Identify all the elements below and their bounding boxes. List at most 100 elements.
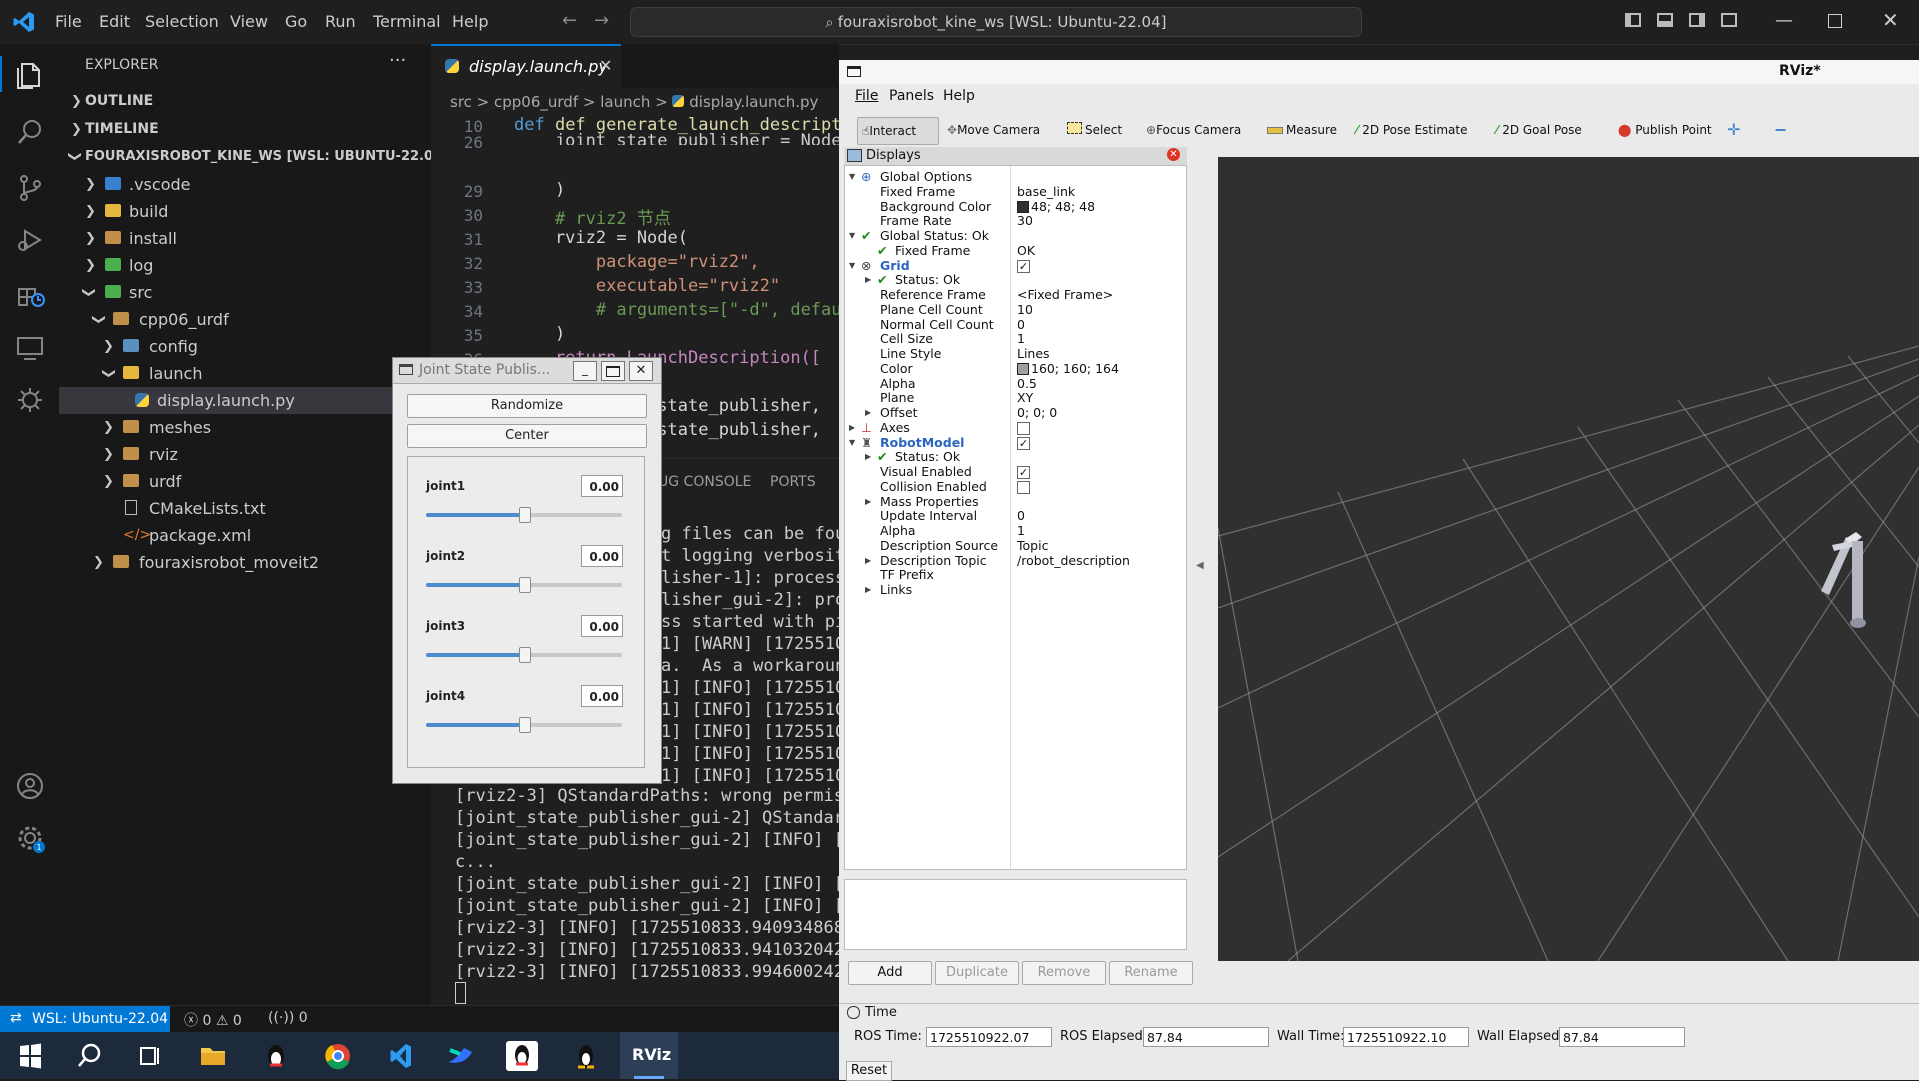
- remove-tool-icon[interactable]: −: [1774, 117, 1787, 143]
- close-tab-icon[interactable]: ✕: [599, 56, 612, 75]
- add-display-button[interactable]: Add: [848, 961, 932, 985]
- joint-slider[interactable]: [426, 717, 622, 733]
- color-swatch[interactable]: [1017, 200, 1029, 213]
- tree-item-rviz[interactable]: ❯ rviz: [59, 441, 431, 468]
- windows-start-icon[interactable]: [10, 1038, 50, 1074]
- tree-item-build[interactable]: ❯ build: [59, 198, 431, 225]
- ports-status[interactable]: ((·)) 0: [268, 1010, 308, 1026]
- menu-file[interactable]: File: [55, 12, 82, 31]
- tool-interact[interactable]: ☝Interact: [857, 117, 939, 145]
- tool-2d-pose-estimate[interactable]: ⁄ 2D Pose Estimate: [1356, 117, 1467, 143]
- toggle-secondary-sidebar-icon[interactable]: [1689, 13, 1705, 27]
- rviz-menu-help[interactable]: Help: [943, 88, 975, 104]
- maximize-icon[interactable]: [1828, 14, 1842, 28]
- rviz-menu-panels[interactable]: Panels: [889, 88, 934, 104]
- close-window-icon[interactable]: ✕: [1882, 8, 1899, 32]
- accounts-icon[interactable]: [14, 770, 46, 802]
- joint-value-field[interactable]: 0.00: [581, 545, 623, 567]
- randomize-button[interactable]: Randomize: [407, 394, 647, 418]
- more-actions-icon[interactable]: ···: [389, 50, 406, 71]
- tree-item-cmakelists[interactable]: CMakeLists.txt: [59, 495, 431, 522]
- tool-publish-point[interactable]: ⬤ Publish Point: [1618, 117, 1712, 143]
- tree-item-vscode[interactable]: ❯ .vscode: [59, 171, 431, 198]
- rename-display-button[interactable]: Rename: [1109, 961, 1193, 985]
- slider-handle[interactable]: [519, 577, 531, 593]
- linux-tux-icon[interactable]: [566, 1038, 606, 1074]
- close-panel-icon[interactable]: ✕: [1167, 148, 1180, 161]
- extensions-icon[interactable]: [14, 276, 46, 308]
- outline-section[interactable]: ❯ OUTLINE: [59, 88, 431, 115]
- duplicate-display-button[interactable]: Duplicate: [935, 961, 1019, 985]
- tool-move-camera[interactable]: ✥Move Camera: [947, 117, 1040, 143]
- maximize-icon[interactable]: [601, 361, 625, 381]
- breadcrumb-item[interactable]: display.launch.py: [689, 93, 818, 111]
- explorer-icon[interactable]: [14, 58, 46, 90]
- file-explorer-icon[interactable]: [193, 1038, 233, 1074]
- wall-elapsed-field[interactable]: 87.84: [1559, 1027, 1685, 1047]
- tool-2d-goal-pose[interactable]: ⁄ 2D Goal Pose: [1496, 117, 1582, 143]
- manage-gear-icon[interactable]: 1: [14, 822, 46, 854]
- vscode-taskbar-icon[interactable]: [380, 1038, 420, 1074]
- workspace-folder[interactable]: ❯ FOURAXISROBOT_KINE_WS [WSL: UBUNTU-22.0…: [59, 143, 448, 170]
- reset-button[interactable]: Reset: [846, 1061, 892, 1081]
- source-control-icon[interactable]: [14, 172, 46, 204]
- menu-edit[interactable]: Edit: [99, 12, 130, 31]
- menu-selection[interactable]: Selection: [145, 12, 219, 31]
- menu-run[interactable]: Run: [325, 12, 356, 31]
- search-taskbar-icon[interactable]: [70, 1038, 110, 1074]
- tool-measure[interactable]: Measure: [1267, 117, 1337, 143]
- command-center[interactable]: ⌕ fouraxisrobot_kine_ws [WSL: Ubuntu-22.…: [630, 7, 1362, 37]
- tree-item-display-launch[interactable]: display.launch.py: [59, 387, 431, 414]
- timeline-section[interactable]: ❯ TIMELINE: [59, 116, 431, 143]
- tree-item-src[interactable]: ❯ src: [59, 279, 431, 306]
- joint-slider[interactable]: [426, 647, 622, 663]
- tool-select[interactable]: Select: [1067, 117, 1122, 143]
- display-row[interactable]: ▶ Links: [845, 581, 1186, 599]
- menu-go[interactable]: Go: [285, 12, 307, 31]
- remote-indicator[interactable]: ⇄ WSL: Ubuntu-22.04: [0, 1006, 170, 1033]
- ros-time-field[interactable]: 1725510922.07: [926, 1027, 1052, 1047]
- tree-item-urdf[interactable]: ❯ urdf: [59, 468, 431, 495]
- run-debug-icon[interactable]: [14, 224, 46, 256]
- menu-help[interactable]: Help: [452, 12, 488, 31]
- toggle-sidebar-icon[interactable]: [1625, 13, 1641, 27]
- minimize-icon[interactable]: —: [1775, 10, 1793, 31]
- tree-item-config[interactable]: ❯ config: [59, 333, 431, 360]
- close-icon[interactable]: ✕: [629, 361, 653, 381]
- tab-display-launch[interactable]: display.launch.py ✕: [431, 44, 621, 88]
- joint-value-field[interactable]: 0.00: [581, 685, 623, 707]
- problems-status[interactable]: ⓧ 0 ⚠ 0: [184, 1010, 242, 1030]
- breadcrumb-item[interactable]: cpp06_urdf: [494, 93, 578, 111]
- menu-terminal[interactable]: Terminal: [373, 12, 441, 31]
- menu-view[interactable]: View: [230, 12, 268, 31]
- slider-handle[interactable]: [519, 717, 531, 733]
- rviz-3d-view[interactable]: [1218, 157, 1919, 961]
- joint-slider[interactable]: [426, 577, 622, 593]
- slider-handle[interactable]: [519, 647, 531, 663]
- panel-tab-debug-console[interactable]: UG CONSOLE: [658, 474, 751, 490]
- tree-item-cpp06-urdf[interactable]: ❯ cpp06_urdf: [59, 306, 431, 333]
- joint-value-field[interactable]: 0.00: [581, 475, 623, 497]
- tree-item-package-xml[interactable]: </> package.xml: [59, 522, 431, 549]
- breadcrumb-item[interactable]: src: [450, 93, 472, 111]
- joint-slider[interactable]: [426, 507, 622, 523]
- color-swatch[interactable]: [1017, 362, 1029, 375]
- ros-elapsed-field[interactable]: 87.84: [1143, 1027, 1269, 1047]
- wall-time-field[interactable]: 1725510922.10: [1343, 1027, 1469, 1047]
- panel-tab-ports[interactable]: PORTS: [770, 474, 816, 490]
- qq-penguin-icon[interactable]: [256, 1038, 296, 1074]
- chrome-icon[interactable]: [318, 1038, 358, 1074]
- breadcrumb-item[interactable]: launch: [600, 93, 650, 111]
- search-activity-icon[interactable]: [14, 116, 46, 148]
- tree-item-launch[interactable]: ❯ launch: [59, 360, 431, 387]
- joint-value-field[interactable]: 0.00: [581, 615, 623, 637]
- remove-display-button[interactable]: Remove: [1022, 961, 1106, 985]
- ros-icon[interactable]: [14, 384, 46, 416]
- expand-arrow-icon[interactable]: ▶: [865, 581, 871, 599]
- toggle-panel-icon[interactable]: [1657, 13, 1673, 27]
- customize-layout-icon[interactable]: [1721, 13, 1737, 27]
- remote-explorer-icon[interactable]: [14, 332, 46, 364]
- tool-focus-camera[interactable]: ⊕Focus Camera: [1146, 117, 1241, 143]
- collapse-left-icon[interactable]: ◀: [1196, 560, 1204, 571]
- tree-item-install[interactable]: ❯ install: [59, 225, 431, 252]
